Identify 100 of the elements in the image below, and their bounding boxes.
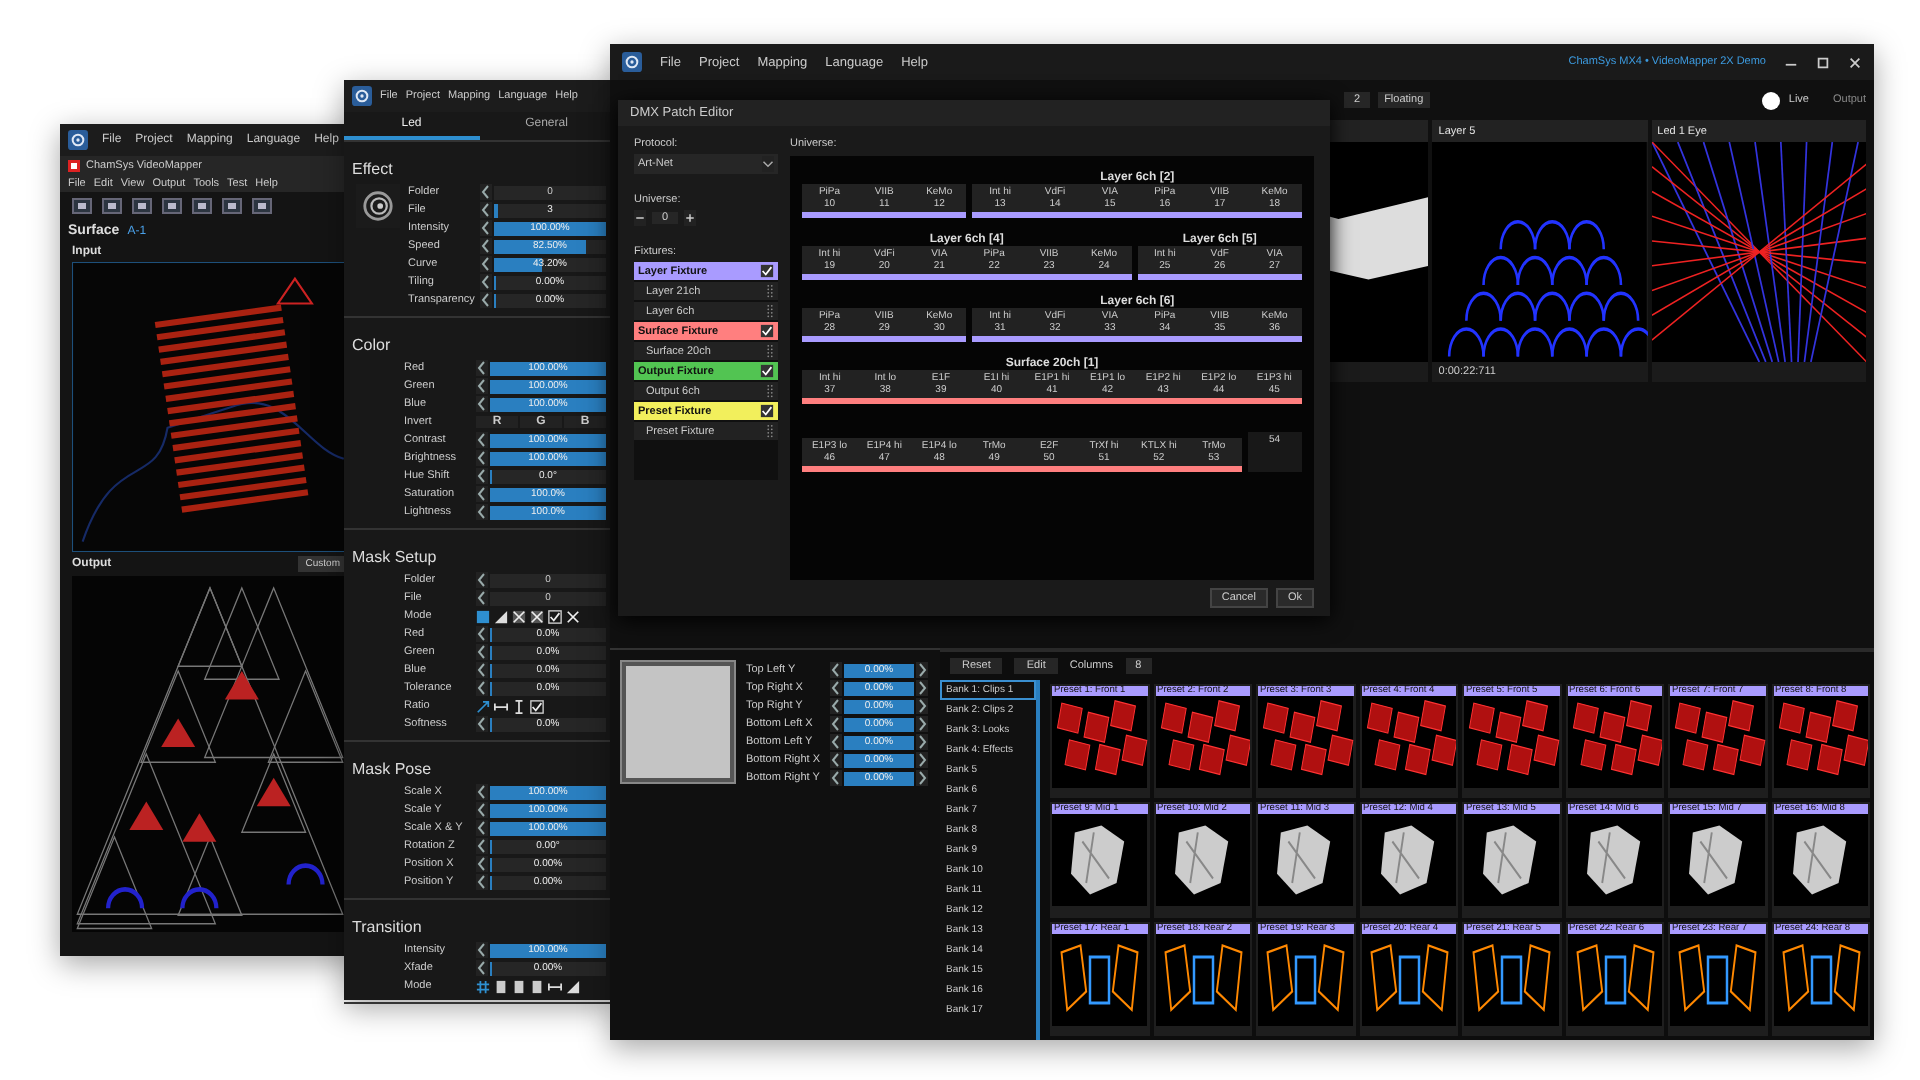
cubes-drawing bbox=[1155, 696, 1250, 788]
crumpled-shape-drawing bbox=[1670, 814, 1765, 907]
chevron-left-icon[interactable] bbox=[480, 220, 492, 236]
logo-icon bbox=[622, 52, 642, 72]
chevron-left-icon[interactable] bbox=[476, 680, 488, 696]
chevron-left-icon[interactable] bbox=[476, 590, 488, 606]
neon-lines-drawing bbox=[1773, 933, 1868, 1026]
chevron-left-icon[interactable] bbox=[476, 378, 488, 394]
chevron-left-icon[interactable] bbox=[830, 698, 842, 714]
caret-icon bbox=[762, 156, 774, 172]
app-icon bbox=[68, 160, 80, 172]
checkbox[interactable] bbox=[760, 324, 774, 338]
neon-lines-drawing bbox=[1052, 933, 1147, 1026]
logo-icon bbox=[352, 86, 372, 106]
chevron-left-icon[interactable] bbox=[476, 432, 488, 448]
cross-icon[interactable] bbox=[512, 609, 526, 623]
neon-lines-drawing bbox=[1670, 933, 1765, 1026]
bar-icon[interactable] bbox=[530, 979, 544, 993]
cross-icon[interactable] bbox=[530, 609, 544, 623]
chevron-right-icon[interactable] bbox=[916, 662, 928, 678]
chevron-left-icon[interactable] bbox=[476, 802, 488, 818]
logo-icon bbox=[68, 130, 88, 150]
checkbox[interactable] bbox=[760, 404, 774, 418]
chevron-left-icon[interactable] bbox=[830, 680, 842, 696]
cubes-drawing bbox=[1670, 696, 1765, 788]
chevron-left-icon[interactable] bbox=[480, 238, 492, 254]
section-title: Transition bbox=[352, 918, 422, 936]
chevron-left-icon[interactable] bbox=[476, 662, 488, 678]
chevron-left-icon[interactable] bbox=[476, 838, 488, 854]
checkbox[interactable] bbox=[760, 264, 774, 278]
neon-lines-drawing bbox=[1361, 933, 1456, 1026]
section-title: Mask Pose bbox=[352, 760, 432, 778]
chevron-left-icon[interactable] bbox=[480, 292, 492, 308]
diagonal-arrow-icon[interactable] bbox=[476, 699, 490, 713]
chevron-left-icon[interactable] bbox=[480, 274, 492, 290]
neon-lines-drawing bbox=[1464, 933, 1559, 1026]
plus-icon[interactable] bbox=[684, 210, 697, 226]
chevron-left-icon[interactable] bbox=[476, 856, 488, 872]
triangle-icon[interactable] bbox=[566, 979, 580, 993]
cubes-drawing bbox=[1052, 696, 1147, 788]
chevron-right-icon[interactable] bbox=[916, 770, 928, 786]
cubes-drawing bbox=[1773, 696, 1868, 788]
crumpled-shape-drawing bbox=[1052, 814, 1147, 907]
cubes-drawing bbox=[1464, 696, 1559, 788]
chevron-left-icon[interactable] bbox=[830, 770, 842, 786]
section-title: Mask Setup bbox=[352, 548, 437, 566]
chevron-right-icon[interactable] bbox=[916, 680, 928, 696]
live-toggle[interactable] bbox=[1762, 91, 1781, 109]
checkbox[interactable] bbox=[760, 364, 774, 378]
neon-lines-drawing bbox=[1155, 933, 1250, 1026]
bar-icon[interactable] bbox=[494, 979, 508, 993]
chevron-right-icon[interactable] bbox=[916, 734, 928, 750]
chevron-left-icon[interactable] bbox=[476, 960, 488, 976]
minus-icon[interactable] bbox=[634, 210, 646, 226]
square-icon[interactable] bbox=[476, 609, 490, 623]
triangle-icon[interactable] bbox=[494, 609, 508, 623]
chevron-left-icon[interactable] bbox=[476, 486, 488, 502]
chevron-left-icon[interactable] bbox=[476, 784, 488, 800]
x-icon[interactable] bbox=[566, 609, 580, 623]
chevron-left-icon[interactable] bbox=[476, 644, 488, 660]
chevron-left-icon[interactable] bbox=[476, 504, 488, 520]
crumpled-shape-drawing bbox=[1567, 814, 1662, 907]
chevron-left-icon[interactable] bbox=[476, 626, 488, 642]
neon-lines-drawing bbox=[1567, 933, 1662, 1026]
chevron-left-icon[interactable] bbox=[476, 572, 488, 588]
chevron-left-icon[interactable] bbox=[480, 184, 492, 200]
vertical-line-icon[interactable] bbox=[512, 699, 526, 713]
section-title: Effect bbox=[352, 160, 393, 178]
cubes-drawing bbox=[1567, 696, 1662, 788]
section-title: Color bbox=[352, 336, 391, 354]
chevron-left-icon[interactable] bbox=[476, 874, 488, 890]
chevron-left-icon[interactable] bbox=[830, 734, 842, 750]
chevron-right-icon[interactable] bbox=[916, 716, 928, 732]
check-icon[interactable] bbox=[548, 609, 562, 623]
chevron-left-icon[interactable] bbox=[476, 942, 488, 958]
maximize-icon[interactable] bbox=[1816, 55, 1830, 69]
check-icon[interactable] bbox=[530, 699, 544, 713]
crumpled-shape-drawing bbox=[1155, 814, 1250, 907]
chevron-left-icon[interactable] bbox=[476, 716, 488, 732]
horizontal-line-icon[interactable] bbox=[548, 979, 562, 993]
crumpled-shape-drawing bbox=[1361, 814, 1456, 907]
chevron-right-icon[interactable] bbox=[916, 698, 928, 714]
bar-icon[interactable] bbox=[512, 979, 526, 993]
crumpled-shape-drawing bbox=[1464, 814, 1559, 907]
crumpled-shape-drawing bbox=[1258, 814, 1353, 907]
chevron-left-icon[interactable] bbox=[830, 716, 842, 732]
chevron-left-icon[interactable] bbox=[830, 752, 842, 768]
chevron-left-icon[interactable] bbox=[480, 202, 492, 218]
grid-icon[interactable] bbox=[476, 979, 490, 993]
close-icon[interactable] bbox=[1848, 55, 1862, 69]
chevron-left-icon[interactable] bbox=[476, 468, 488, 484]
chevron-right-icon[interactable] bbox=[916, 752, 928, 768]
chevron-left-icon[interactable] bbox=[480, 256, 492, 272]
chevron-left-icon[interactable] bbox=[476, 360, 488, 376]
chevron-left-icon[interactable] bbox=[476, 820, 488, 836]
chevron-left-icon[interactable] bbox=[476, 450, 488, 466]
chevron-left-icon[interactable] bbox=[830, 662, 842, 678]
chevron-left-icon[interactable] bbox=[476, 396, 488, 412]
horizontal-line-icon[interactable] bbox=[494, 699, 508, 713]
image-placeholder bbox=[622, 662, 734, 782]
